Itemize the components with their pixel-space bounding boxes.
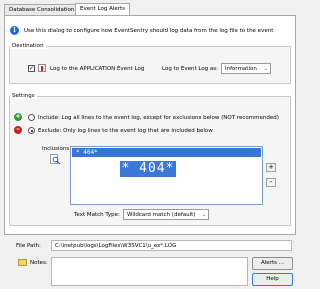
search-icon[interactable] — [50, 154, 61, 165]
notes-icon — [18, 259, 27, 266]
inclusions-list[interactable]: * 404* * 404* — [70, 146, 263, 205]
notes-label: Notes: — [30, 260, 48, 266]
file-path-value: C:\inetpub\logs\LogFiles\W3SVC1\u_ex*.LO… — [55, 243, 177, 249]
text-match-label: Text Match Type: — [74, 212, 120, 218]
log-as-select[interactable]: Information ⌄ — [221, 63, 271, 74]
help-button[interactable]: Help — [252, 273, 293, 286]
settings-title: Settings — [10, 93, 37, 99]
info-text: Use this dialog to configure how EventSe… — [24, 28, 274, 34]
list-item[interactable]: * 404* — [72, 148, 261, 157]
zoom-preview: * 404* — [120, 161, 176, 177]
include-radio[interactable] — [28, 114, 35, 121]
file-path-label: File Path: — [16, 243, 41, 249]
minus-icon: – — [14, 126, 22, 134]
log-to-app-label: Log to the APPLICATION Event Log — [50, 66, 145, 72]
chevron-down-icon: ⌄ — [263, 66, 268, 72]
event-log-icon — [38, 64, 46, 72]
alerts-button[interactable]: Alerts ... — [252, 257, 293, 270]
destination-title: Destination — [10, 43, 46, 49]
exclude-radio[interactable] — [28, 127, 35, 134]
info-icon: i — [10, 26, 19, 35]
chevron-down-icon: ⌄ — [201, 212, 206, 218]
log-as-value: Information — [225, 66, 257, 72]
log-as-label: Log to Event Log as: — [162, 66, 219, 72]
inclusions-label: Inclusions: — [42, 146, 72, 152]
file-path-field[interactable]: C:\inetpub\logs\LogFiles\W3SVC1\u_ex*.LO… — [51, 240, 292, 251]
add-inclusion-button[interactable]: + — [266, 163, 276, 172]
exclude-label: Exclude: Only log lines to the event log… — [38, 128, 213, 134]
log-to-app-checkbox[interactable]: ✓ — [28, 65, 35, 72]
tab-database-consolidation[interactable]: Database Consolidation — [4, 4, 80, 15]
notes-textarea[interactable] — [51, 257, 248, 286]
include-label: Include: Log all lines to the event log,… — [38, 115, 279, 121]
remove-inclusion-button[interactable]: - — [266, 178, 276, 187]
plus-icon: + — [14, 112, 22, 121]
text-match-select[interactable]: Wildcard match (default) ⌄ — [123, 209, 209, 220]
text-match-value: Wildcard match (default) — [127, 212, 196, 218]
